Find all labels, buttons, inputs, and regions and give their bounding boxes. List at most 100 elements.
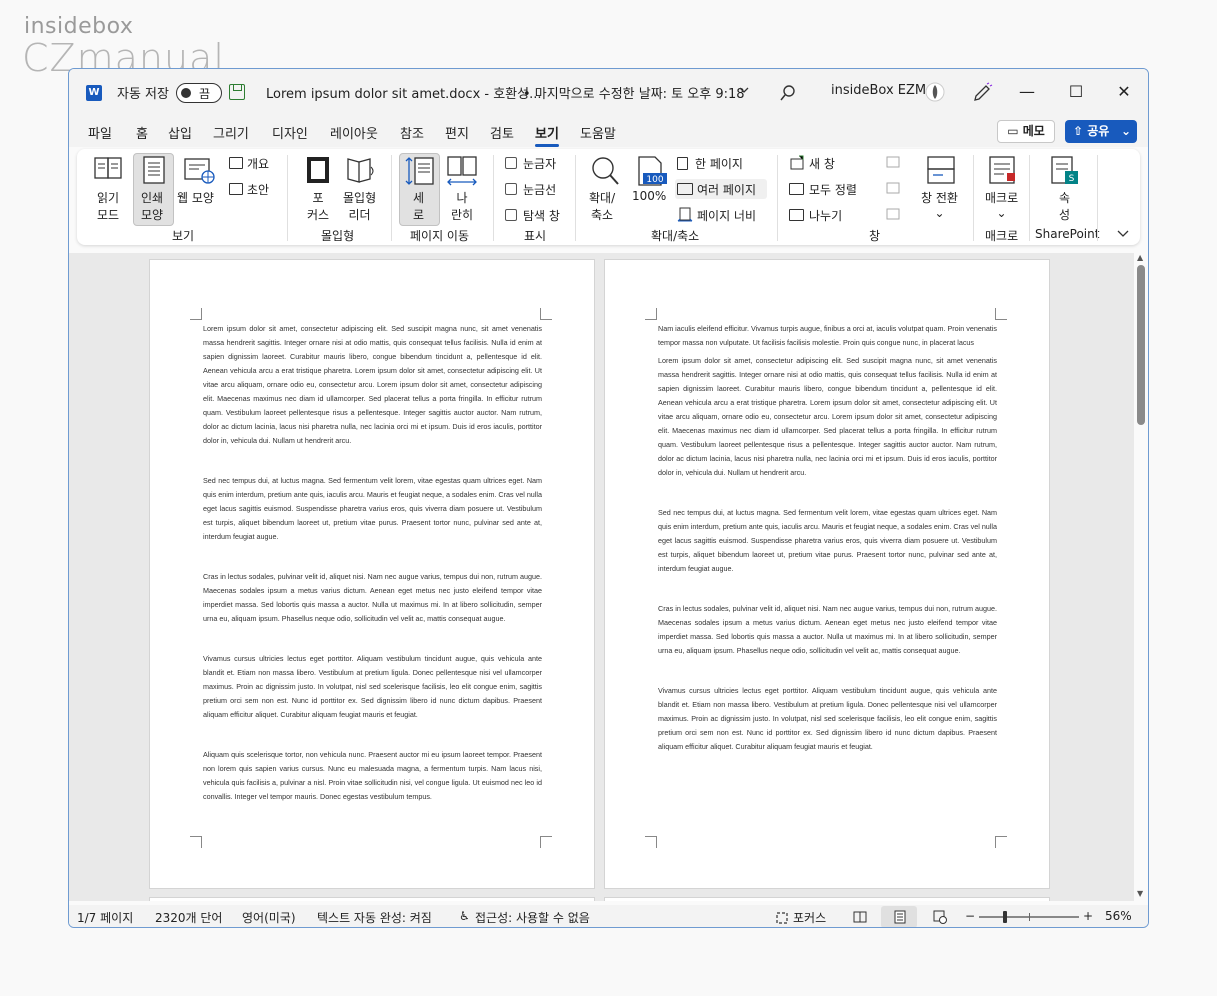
read-mode-icon[interactable] [853, 910, 867, 924]
immersive-reader-icon [347, 158, 374, 183]
paragraph[interactable]: Lorem ipsum dolor sit amet, consectetur … [203, 322, 542, 448]
group-label-sharepoint: SharePoint [1035, 227, 1100, 241]
share-button[interactable]: ⇧ 공유 ⌄ [1065, 120, 1137, 143]
margin-corner [190, 308, 202, 320]
zoom-100-button[interactable]: 100% [632, 189, 666, 203]
tab-home[interactable]: 홈 [136, 123, 148, 142]
tab-view[interactable]: 보기 [535, 123, 559, 147]
zoom-slider-thumb[interactable] [1002, 911, 1007, 923]
page-2[interactable]: Nam iaculis eleifend efficitur. Vivamus … [604, 259, 1050, 889]
paragraph[interactable]: Lorem ipsum dolor sit amet, consectetur … [658, 354, 997, 480]
menu-bar: 파일 홈 삽입 그리기 디자인 레이아웃 참조 편지 검토 보기 도움말 ▭ 메… [69, 117, 1148, 147]
avatar[interactable] [925, 82, 945, 102]
macros-button[interactable]: 매크로 ⌄ [985, 189, 1018, 220]
new-window-icon [790, 155, 804, 170]
gridlines-checkbox[interactable] [505, 183, 517, 195]
ribbon-collapse-icon[interactable] [1117, 229, 1129, 239]
tab-insert[interactable]: 삽입 [168, 123, 192, 142]
new-window-button[interactable]: 새 창 [809, 155, 835, 172]
tab-file[interactable]: 파일 [88, 123, 112, 142]
gridlines-label: 눈금선 [523, 183, 557, 197]
print-layout-icon [894, 910, 906, 924]
maximize-button[interactable]: ☐ [1065, 81, 1087, 103]
reader-l1: 몰입형 [343, 191, 377, 205]
margin-corner [645, 308, 657, 320]
draft-button[interactable]: 초안 [247, 181, 269, 198]
arrange-all-button[interactable]: 모두 정렬 [809, 181, 857, 198]
accessibility-status[interactable]: 접근성: 사용할 수 없음 [475, 909, 590, 926]
document-area[interactable]: Lorem ipsum dolor sit amet, consectetur … [69, 253, 1134, 901]
tab-help[interactable]: 도움말 [580, 123, 616, 142]
minimize-button[interactable]: — [1016, 81, 1038, 103]
page-2-text[interactable]: Nam iaculis eleifend efficitur. Vivamus … [658, 322, 997, 832]
multiple-pages-button[interactable]: 여러 페이지 [697, 181, 756, 198]
user-name[interactable]: insideBox EZM [831, 83, 926, 98]
tab-design[interactable]: 디자인 [272, 123, 308, 142]
focus-button[interactable]: 포 커스 [307, 189, 329, 223]
page-count[interactable]: 1/7 페이지 [77, 909, 133, 926]
split-button[interactable]: 나누기 [809, 207, 842, 224]
chevron-down-icon[interactable]: ⌄ [1121, 120, 1131, 143]
margin-corner [995, 308, 1007, 320]
tab-draw[interactable]: 그리기 [213, 123, 249, 142]
paragraph[interactable]: Sed nec tempus dui, at luctus magna. Sed… [203, 474, 542, 544]
document-title[interactable]: Lorem ipsum dolor sit amet.docx - 호환성... [266, 83, 542, 102]
zoom-in-button[interactable]: + [1083, 909, 1093, 923]
paragraph[interactable]: Nam iaculis eleifend efficitur. Vivamus … [658, 322, 997, 350]
close-button[interactable]: ✕ [1113, 81, 1135, 103]
web-layout-icon [184, 158, 215, 184]
autosave-toggle[interactable]: 끔 [176, 83, 222, 103]
last-modified[interactable]: • 마지막으로 수정한 날짜: 토 오후 9:18 [523, 83, 745, 102]
switch-window-button[interactable]: 창 전환 ⌄ [921, 189, 958, 220]
zoom-out-button[interactable]: − [965, 909, 975, 923]
properties-button[interactable]: 속성 [1059, 189, 1070, 223]
web-layout-button[interactable]: 웹 모양 [177, 189, 214, 206]
vertical-scrollbar[interactable]: ▲ ▼ [1134, 253, 1148, 901]
page-1[interactable]: Lorem ipsum dolor sit amet, consectetur … [149, 259, 595, 889]
comments-label: 메모 [1022, 124, 1045, 138]
paragraph[interactable]: Cras in lectus sodales, pulvinar velit i… [203, 570, 542, 626]
ruler-checkbox[interactable] [505, 157, 517, 169]
one-page-button[interactable]: 한 페이지 [695, 155, 743, 172]
comments-button[interactable]: ▭ 메모 [997, 120, 1055, 143]
tab-layout[interactable]: 레이아웃 [330, 123, 378, 142]
language[interactable]: 영어(미국) [242, 909, 296, 926]
paragraph[interactable]: Cras in lectus sodales, pulvinar velit i… [658, 602, 997, 658]
tab-references[interactable]: 참조 [400, 123, 424, 142]
group-label-immersive: 몰입형 [321, 229, 355, 243]
paragraph[interactable]: Sed nec tempus dui, at luctus magna. Sed… [658, 506, 997, 576]
scrollbar-thumb[interactable] [1137, 265, 1145, 425]
paragraph[interactable]: Vivamus cursus ultricies lectus eget por… [658, 684, 997, 754]
paragraph[interactable]: Aliquam quis scelerisque tortor, non veh… [203, 748, 542, 804]
focus-mode-button[interactable]: 포커스 [793, 909, 826, 926]
switch-window-icon [927, 156, 955, 184]
comment-icon: ▭ [1007, 124, 1023, 138]
zoom-slider[interactable] [979, 911, 1079, 923]
outline-button[interactable]: 개요 [247, 155, 269, 172]
nav-pane-checkbox[interactable] [505, 209, 517, 221]
chevron-down-icon[interactable] [739, 85, 749, 95]
sharepoint-properties-icon: S [1051, 156, 1078, 184]
zoom-l1: 확대/ [589, 191, 616, 205]
designer-pen-icon[interactable] [971, 82, 993, 104]
scroll-up-icon[interactable]: ▲ [1137, 253, 1143, 262]
macros-label: 매크로 [985, 191, 1019, 205]
word-count[interactable]: 2320개 단어 [155, 909, 222, 926]
immersive-reader-button[interactable]: 몰입형 리더 [343, 189, 376, 223]
side-to-side-button[interactable]: 나 란히 [451, 189, 473, 223]
separator [391, 155, 392, 241]
paragraph[interactable]: Vivamus cursus ultricies lectus eget por… [203, 652, 542, 722]
tab-mailings[interactable]: 편지 [445, 123, 469, 142]
tab-review[interactable]: 검토 [490, 123, 514, 142]
autosave-label: 자동 저장 [117, 87, 169, 102]
web-layout-icon[interactable] [933, 910, 947, 924]
text-predictions[interactable]: 텍스트 자동 완성: 켜짐 [317, 909, 432, 926]
zoom-level[interactable]: 56% [1105, 909, 1132, 923]
page-width-button[interactable]: 페이지 너비 [697, 207, 756, 224]
read-mode-button[interactable]: 읽기 모드 [97, 189, 119, 223]
scroll-down-icon[interactable]: ▼ [1137, 889, 1143, 898]
save-icon[interactable] [229, 84, 245, 100]
page-1-text[interactable]: Lorem ipsum dolor sit amet, consectetur … [203, 322, 542, 832]
search-icon[interactable] [779, 84, 797, 102]
zoom-button[interactable]: 확대/축소 [589, 189, 615, 223]
